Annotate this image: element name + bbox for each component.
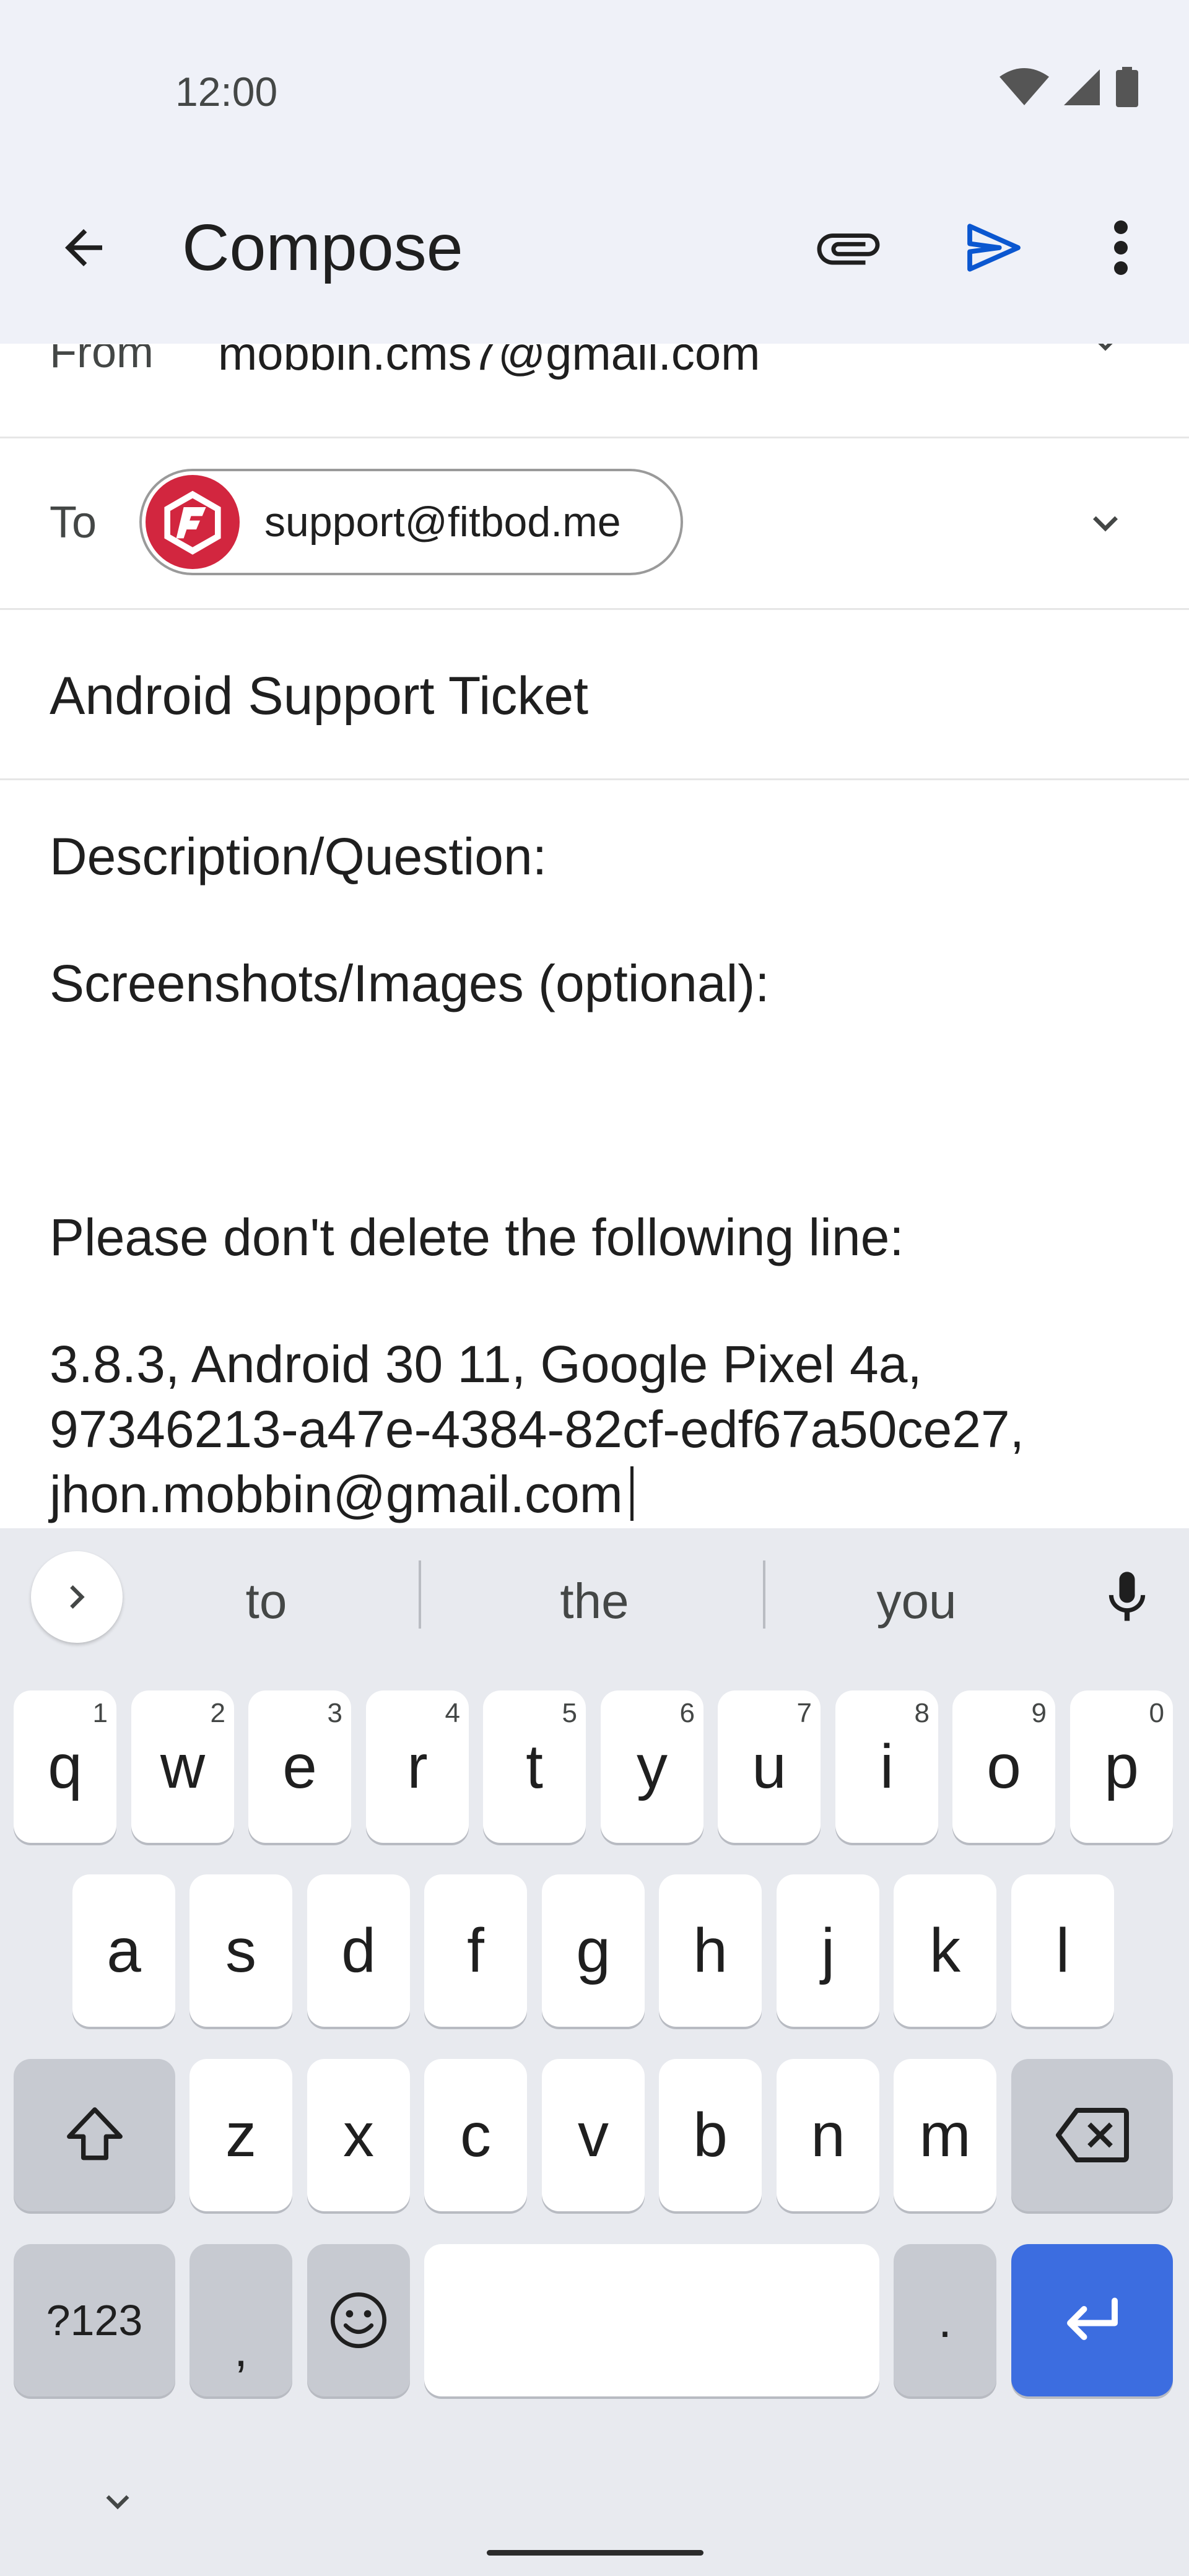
chevron-right-icon: [70, 1585, 85, 1609]
gesture-nav-bar[interactable]: [487, 2550, 703, 2556]
body-last-line: jhon.mobbin@gmail.com: [50, 1464, 634, 1525]
body-line: Screenshots/Images (optional):: [50, 954, 770, 1012]
key-d[interactable]: d: [307, 1874, 410, 2027]
send-button[interactable]: [957, 211, 1031, 285]
suggestion-divider: [419, 1560, 421, 1629]
chevron-down-icon: [1093, 516, 1118, 532]
app-bar-background: [0, 0, 1189, 344]
divider: [0, 608, 1189, 610]
attach-button[interactable]: [811, 214, 886, 282]
recipient-avatar: [146, 475, 240, 569]
symbols-key[interactable]: ?123: [14, 2244, 175, 2396]
divider: [0, 778, 1189, 780]
wifi-icon: [1000, 68, 1049, 105]
enter-icon: [1066, 2297, 1118, 2340]
voice-input-button[interactable]: [1090, 1557, 1164, 1638]
fitbod-logo-icon: [164, 490, 221, 555]
key-g[interactable]: g: [542, 1874, 645, 2027]
from-expand-button[interactable]: [1074, 344, 1136, 362]
key-u[interactable]: u7: [718, 1690, 821, 1843]
body-line: Please don't delete the following line:: [50, 1208, 904, 1266]
shift-key[interactable]: [14, 2059, 175, 2211]
period-key[interactable]: .: [894, 2244, 996, 2396]
key-i[interactable]: i8: [835, 1690, 938, 1843]
key-j[interactable]: j: [777, 1874, 879, 2027]
arrow-back-icon: [65, 229, 102, 266]
key-t[interactable]: t5: [483, 1690, 586, 1843]
more-options-button[interactable]: [1087, 211, 1155, 285]
comma-key[interactable]: ,: [189, 2244, 292, 2396]
chevron-down-icon: [1098, 344, 1113, 351]
body-field[interactable]: Description/Question: Screenshots/Images…: [0, 783, 1189, 1526]
key-o[interactable]: o9: [952, 1690, 1055, 1843]
divider: [0, 437, 1189, 438]
to-expand-button[interactable]: [1074, 492, 1136, 554]
body-line: 97346213-a47e-4384-82cf-edf67a50ce27,: [50, 1400, 1024, 1458]
key-h[interactable]: h: [659, 1874, 762, 2027]
key-c[interactable]: c: [424, 2059, 527, 2211]
key-l[interactable]: l: [1011, 1874, 1114, 2027]
more-vert-icon: [1114, 220, 1128, 275]
key-q[interactable]: q1: [14, 1690, 116, 1843]
send-icon: [967, 224, 1021, 272]
emoji-icon: [331, 2292, 386, 2348]
key-f[interactable]: f: [424, 1874, 527, 2027]
status-time: 12:00: [175, 69, 278, 115]
hide-keyboard-button[interactable]: [87, 2477, 149, 2526]
key-m[interactable]: m: [894, 2059, 996, 2211]
keyboard: [0, 1528, 1189, 2576]
key-s[interactable]: s: [189, 1874, 292, 2027]
status-icons: [1000, 67, 1139, 108]
key-n[interactable]: n: [777, 2059, 879, 2211]
back-button[interactable]: [50, 214, 118, 282]
enter-key[interactable]: [1011, 2244, 1173, 2396]
key-k[interactable]: k: [894, 1874, 996, 2027]
key-e[interactable]: e3: [248, 1690, 351, 1843]
body-line: jhon.mobbin@gmail.com: [50, 1465, 623, 1523]
cell-signal-icon: [1064, 69, 1100, 105]
recipient-email: support@fitbod.me: [264, 498, 621, 546]
microphone-icon: [1108, 1572, 1146, 1621]
key-z[interactable]: z: [189, 2059, 292, 2211]
key-a[interactable]: a: [72, 1874, 175, 2027]
suggestion[interactable]: the: [508, 1573, 681, 1630]
suggestions-expand-button[interactable]: [31, 1551, 123, 1643]
text-cursor: [630, 1466, 634, 1521]
recipient-chip[interactable]: support@fitbod.me: [139, 469, 683, 575]
key-y[interactable]: y6: [601, 1690, 703, 1843]
subject-field[interactable]: Android Support Ticket: [50, 666, 588, 727]
key-p[interactable]: p0: [1070, 1690, 1173, 1843]
page-title: Compose: [182, 211, 463, 284]
key-v[interactable]: v: [542, 2059, 645, 2211]
shift-icon: [66, 2107, 123, 2160]
battery-icon: [1116, 67, 1138, 107]
key-w[interactable]: w2: [131, 1690, 234, 1843]
emoji-key[interactable]: [307, 2244, 410, 2396]
chevron-down-icon: [106, 2495, 129, 2510]
suggestion[interactable]: you: [830, 1573, 1003, 1630]
key-b[interactable]: b: [659, 2059, 762, 2211]
attachment-icon: [817, 233, 880, 265]
body-line: Description/Question:: [50, 827, 547, 886]
backspace-icon: [1055, 2108, 1129, 2162]
space-key[interactable]: [424, 2244, 879, 2396]
to-label: To: [50, 498, 97, 547]
backspace-key[interactable]: [1011, 2059, 1173, 2211]
key-x[interactable]: x: [307, 2059, 410, 2211]
key-r[interactable]: r4: [366, 1690, 469, 1843]
suggestion[interactable]: to: [180, 1573, 353, 1630]
suggestion-divider: [763, 1560, 765, 1629]
body-line: 3.8.3, Android 30 11, Google Pixel 4a,: [50, 1335, 922, 1393]
